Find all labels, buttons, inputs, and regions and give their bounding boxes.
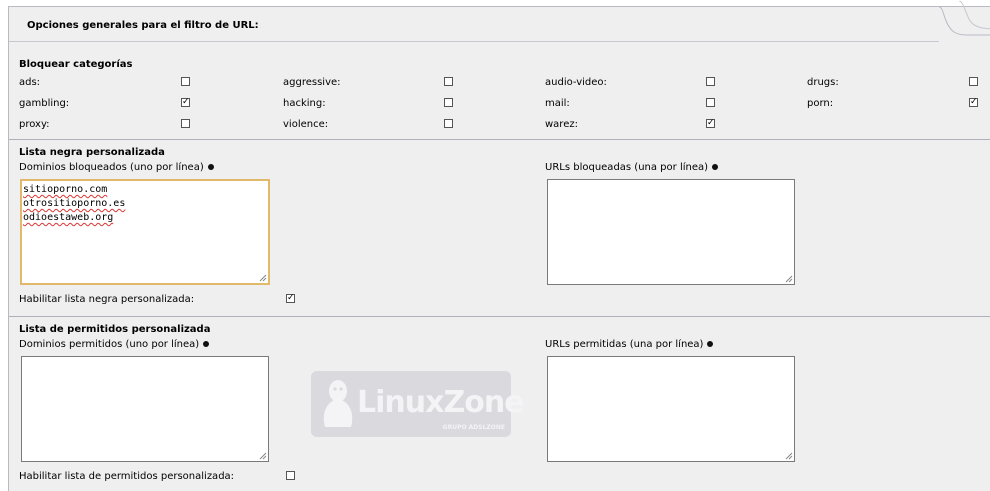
category-checkbox-porn[interactable]: ✓ [969, 98, 978, 107]
enable-blacklist-label: Habilitar lista negra personalizada: [19, 294, 195, 305]
category-checkbox-ads[interactable] [181, 77, 190, 86]
info-dot-icon [203, 341, 210, 347]
category-label-drugs: drugs: [807, 77, 839, 88]
category-label-aggressive: aggressive: [283, 77, 341, 88]
category-checkbox-proxy[interactable] [181, 119, 190, 128]
category-checkbox-mail[interactable] [706, 98, 715, 107]
allowed-urls-textarea[interactable] [547, 356, 795, 462]
blocked-domain-line: odioestaweb.org [23, 212, 114, 223]
block-categories-title: Bloquear categorías [19, 59, 133, 70]
category-checkbox-gambling[interactable]: ✓ [181, 98, 190, 107]
section-divider [9, 316, 990, 317]
watermark-subtext: GRUPO ADSLZONE [442, 424, 505, 431]
category-label-warez: warez: [545, 119, 578, 130]
blocked-domain-line: otrositioporno.es [23, 198, 126, 209]
info-dot-icon [707, 341, 714, 347]
blocked-domain-line: sitioporno.com [23, 184, 108, 195]
category-checkbox-audio-video[interactable] [706, 77, 715, 86]
category-checkbox-violence[interactable] [444, 119, 453, 128]
category-label-audio-video: audio-video: [545, 77, 607, 88]
category-checkbox-hacking[interactable] [444, 98, 453, 107]
section-divider [9, 139, 990, 140]
tux-penguin-icon [323, 380, 353, 427]
resize-grip-icon[interactable] [259, 452, 267, 460]
resize-grip-icon[interactable] [785, 452, 793, 460]
info-dot-icon [712, 164, 719, 170]
category-label-mail: mail: [545, 98, 570, 109]
enable-blacklist-checkbox[interactable]: ✓ [286, 294, 295, 303]
enable-whitelist-label: Habilitar lista de permitidos personaliz… [19, 471, 235, 482]
enable-whitelist-checkbox[interactable] [286, 471, 295, 480]
category-checkbox-warez[interactable]: ✓ [706, 119, 715, 128]
blacklist-title: Lista negra personalizada [19, 147, 165, 158]
allowed-domains-label: Dominios permitidos (uno por línea) [19, 339, 210, 350]
linuxzone-watermark-logo: LinuxZone GRUPO ADSLZONE [311, 371, 525, 437]
blocked-urls-label: URLs bloqueadas (una por línea) [545, 162, 719, 173]
category-label-porn: porn: [807, 98, 834, 109]
info-dot-icon [207, 164, 214, 170]
page-title: Opciones generales para el filtro de URL… [27, 20, 259, 31]
watermark-text: LinuxZone [357, 385, 525, 420]
resize-grip-icon[interactable] [259, 274, 267, 282]
category-label-proxy: proxy: [19, 119, 50, 130]
allowed-domains-textarea[interactable] [21, 356, 269, 462]
category-label-violence: violence: [283, 119, 329, 130]
blocked-urls-textarea[interactable] [547, 179, 795, 285]
tab-corner-decoration [938, 1, 990, 36]
category-label-gambling: gambling: [19, 98, 70, 109]
allowed-urls-label: URLs permitidas (una por línea) [545, 339, 714, 350]
category-label-hacking: hacking: [283, 98, 326, 109]
resize-grip-icon[interactable] [785, 275, 793, 283]
url-filter-panel: Opciones generales para el filtro de URL… [8, 1, 990, 491]
whitelist-title: Lista de permitidos personalizada [19, 324, 211, 335]
panel-header: Opciones generales para el filtro de URL… [9, 7, 939, 42]
category-checkbox-aggressive[interactable] [444, 77, 453, 86]
blocked-domains-textarea[interactable]: sitioporno.com otrositioporno.es odioest… [20, 179, 270, 285]
category-label-ads: ads: [19, 77, 41, 88]
blocked-domains-label: Dominios bloqueados (uno por línea) [19, 162, 214, 173]
category-checkbox-drugs[interactable] [969, 77, 978, 86]
